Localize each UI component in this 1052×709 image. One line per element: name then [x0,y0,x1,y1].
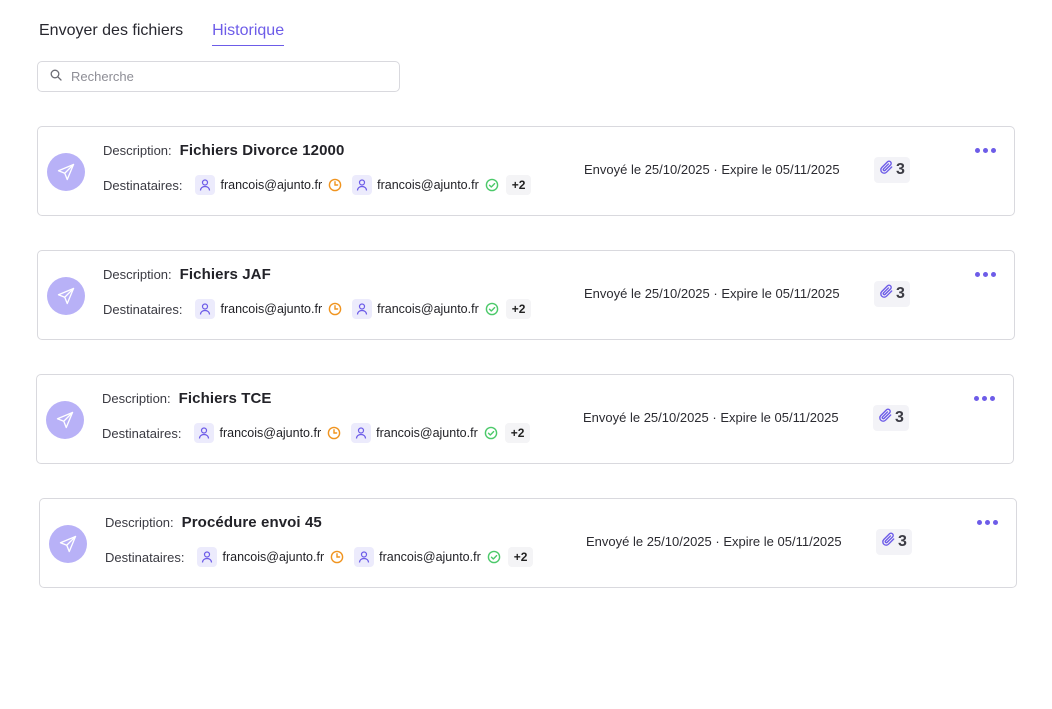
recipient-chip[interactable]: francois@ajunto.fr [352,298,499,320]
transfer-dates: Envoyé le 25/10/2025 · Expire le 05/11/2… [584,162,840,177]
transfer-dates: Envoyé le 25/10/2025 · Expire le 05/11/2… [586,534,842,549]
recipient-email: francois@ajunto.fr [376,426,478,440]
more-recipients-badge[interactable]: +2 [505,299,532,319]
user-icon [197,547,218,567]
more-recipients-badge[interactable]: +2 [504,423,531,443]
check-circle-icon [487,550,501,564]
transfer-dates: Envoyé le 25/10/2025 · Expire le 05/11/2… [584,286,840,301]
user-icon [354,547,375,567]
transfer-card[interactable]: Description: Fichiers JAF Destinataires:… [37,250,1015,340]
recipient-chip[interactable]: francois@ajunto.fr [354,546,501,568]
attachments-badge[interactable]: 3 [874,281,910,307]
attachments-badge[interactable]: 3 [874,157,910,183]
recipients-label: Destinataires: [103,301,183,317]
recipient-chip[interactable]: francois@ajunto.fr [194,422,341,444]
recipients-label: Destinataires: [102,425,182,441]
attachments-badge[interactable]: 3 [873,405,909,431]
more-recipients-badge[interactable]: +2 [505,175,532,195]
pending-clock-icon [328,302,342,316]
transfer-card[interactable]: Description: Fichiers Divorce 12000 Dest… [37,126,1015,216]
check-circle-icon [485,302,499,316]
user-icon [351,423,372,443]
attachments-count: 3 [898,533,907,550]
user-icon [194,423,215,443]
pending-clock-icon [330,550,344,564]
pending-clock-icon [327,426,341,440]
description-label: Description: [103,267,172,282]
transfer-dates: Envoyé le 25/10/2025 · Expire le 05/11/2… [583,410,839,425]
send-icon [47,153,85,191]
check-circle-icon [485,178,499,192]
transfer-card[interactable]: Description: Fichiers TCE Destinataires:… [36,374,1014,464]
description-label: Description: [105,515,174,530]
send-icon [46,401,84,439]
recipient-chip[interactable]: francois@ajunto.fr [195,298,342,320]
attachments-count: 3 [895,409,904,426]
search-box [37,61,400,92]
user-icon [195,299,216,319]
tab-bar: Envoyer des fichiers Historique [39,20,285,46]
recipient-email: francois@ajunto.fr [379,550,481,564]
recipients-label: Destinataires: [103,177,183,193]
recipient-chip[interactable]: francois@ajunto.fr [197,546,344,568]
recipients-label: Destinataires: [105,549,185,565]
recipient-email: francois@ajunto.fr [220,302,323,316]
paperclip-icon [878,408,893,428]
attachments-count: 3 [896,161,905,178]
tab-history[interactable]: Historique [212,20,285,46]
description-value: Fichiers JAF [179,266,271,283]
user-icon [352,299,373,319]
transfer-card[interactable]: Description: Procédure envoi 45 Destinat… [39,498,1017,588]
send-icon [47,277,85,315]
search-input[interactable] [71,69,371,84]
paperclip-icon [879,284,894,304]
recipient-email: francois@ajunto.fr [377,302,479,316]
attachments-badge[interactable]: 3 [876,529,912,555]
more-recipients-badge[interactable]: +2 [507,547,534,567]
more-options-button[interactable] [975,270,996,279]
send-icon [49,525,87,563]
search-icon [50,68,62,86]
recipient-chip[interactable]: francois@ajunto.fr [351,422,498,444]
more-options-button[interactable] [975,146,996,155]
recipient-chip[interactable]: francois@ajunto.fr [352,174,499,196]
paperclip-icon [879,160,894,180]
description-value: Fichiers TCE [178,390,272,407]
recipient-email: francois@ajunto.fr [377,178,479,192]
description-value: Procédure envoi 45 [181,514,322,531]
recipient-email: francois@ajunto.fr [219,426,322,440]
attachments-count: 3 [896,285,905,302]
more-options-button[interactable] [974,394,995,403]
recipient-email: francois@ajunto.fr [222,550,325,564]
user-icon [195,175,216,195]
recipient-chip[interactable]: francois@ajunto.fr [195,174,342,196]
description-label: Description: [103,143,172,158]
user-icon [352,175,373,195]
more-options-button[interactable] [977,518,998,527]
paperclip-icon [881,532,896,552]
description-value: Fichiers Divorce 12000 [179,142,345,159]
description-label: Description: [102,391,171,406]
recipient-email: francois@ajunto.fr [220,178,323,192]
check-circle-icon [484,426,498,440]
pending-clock-icon [328,178,342,192]
tab-send-files[interactable]: Envoyer des fichiers [39,20,183,46]
